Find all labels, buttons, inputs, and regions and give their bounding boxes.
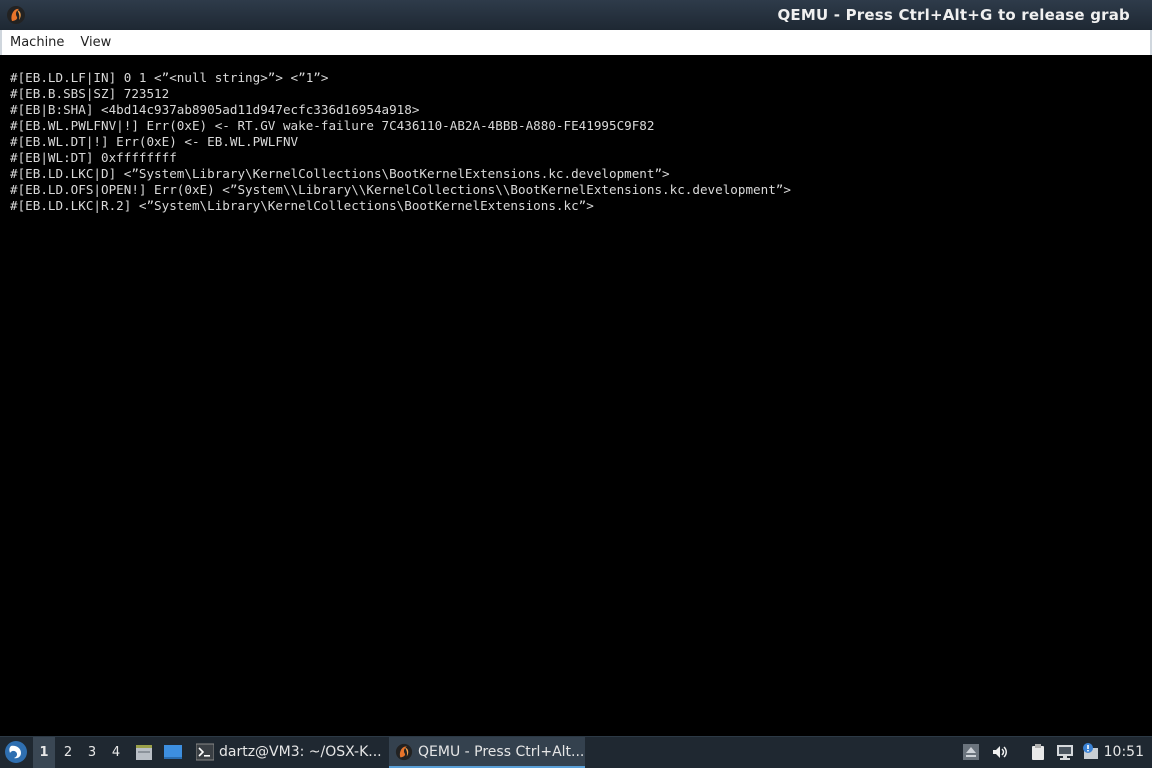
notification-icon[interactable] <box>1082 743 1100 761</box>
network-icon[interactable] <box>1056 743 1074 761</box>
task-label: dartz@VM3: ~/OSX-K... <box>219 744 382 760</box>
console-line: #[EB|WL:DT] 0xffffffff <box>10 150 177 165</box>
console-line: #[EB.WL.PWLFNV|!] Err(0xE) <- RT.GV wake… <box>10 118 655 133</box>
vm-console[interactable]: #[EB.LD.LF|IN] 0 1 <”<null string>”> <”1… <box>2 55 1150 736</box>
clock[interactable]: 10:51 <box>1104 737 1144 768</box>
eject-icon[interactable] <box>962 743 980 761</box>
console-line: #[EB.LD.OFS|OPEN!] Err(0xE) <”System\\Li… <box>10 182 791 197</box>
task-qemu[interactable]: QEMU - Press Ctrl+Alt... <box>389 737 585 768</box>
window-title: QEMU - Press Ctrl+Alt+G to release grab <box>777 6 1130 24</box>
console-line: #[EB.WL.DT|!] Err(0xE) <- EB.WL.PWLFNV <box>10 134 299 149</box>
workspace-2[interactable]: 2 <box>57 737 79 768</box>
console-line: #[EB.LD.LF|IN] 0 1 <”<null string>”> <”1… <box>10 70 329 85</box>
workspace-3[interactable]: 3 <box>81 737 103 768</box>
menu-bar: Machine View <box>0 30 1152 55</box>
console-line: #[EB|B:SHA] <4bd14c937ab8905ad11d947ecfc… <box>10 102 420 117</box>
workspace-1[interactable]: 1 <box>33 737 55 768</box>
menu-view[interactable]: View <box>72 35 119 50</box>
menu-machine[interactable]: Machine <box>2 35 72 50</box>
console-line: #[EB.LD.LKC|R.2] <”System\Library\Kernel… <box>10 198 594 213</box>
show-desktop-icon[interactable] <box>163 742 183 762</box>
clipboard-icon[interactable] <box>1029 743 1047 761</box>
taskbar: 1 2 3 4 dartz@VM3: ~/OSX-K... QEMU - Pre… <box>0 736 1152 768</box>
workspace-4[interactable]: 4 <box>105 737 127 768</box>
task-label: QEMU - Press Ctrl+Alt... <box>418 744 585 760</box>
console-line: #[EB.LD.LKC|D] <”System\Library\KernelCo… <box>10 166 670 181</box>
terminal-icon <box>195 742 215 760</box>
console-line: #[EB.B.SBS|SZ] 723512 <box>10 86 170 101</box>
volume-icon[interactable] <box>991 743 1009 761</box>
qemu-icon[interactable] <box>6 5 26 25</box>
window-titlebar[interactable]: QEMU - Press Ctrl+Alt+G to release grab <box>0 0 1152 30</box>
distro-start-icon[interactable] <box>4 740 28 764</box>
task-terminal[interactable]: dartz@VM3: ~/OSX-K... <box>190 737 385 768</box>
qemu-icon <box>395 742 413 760</box>
file-manager-icon[interactable] <box>134 742 154 762</box>
